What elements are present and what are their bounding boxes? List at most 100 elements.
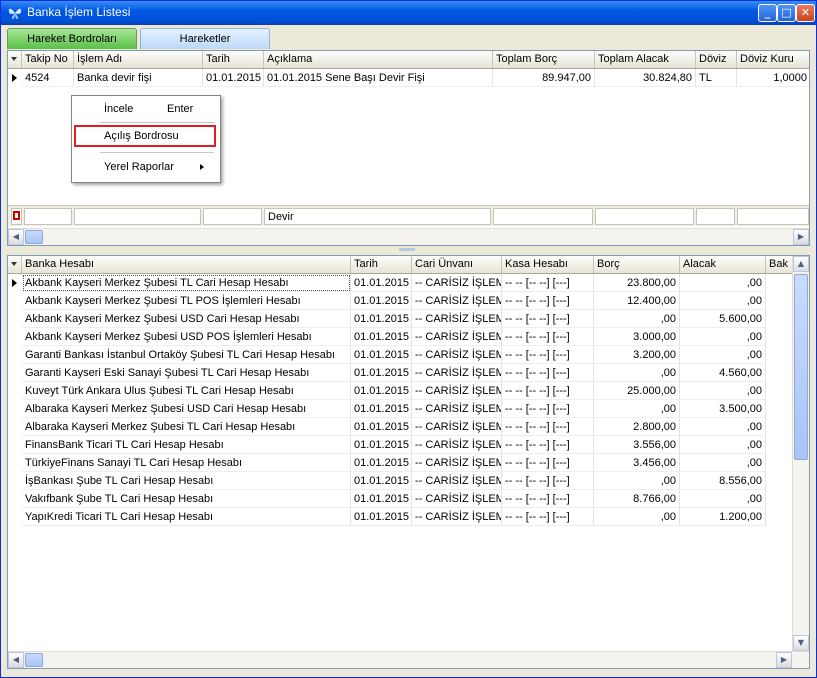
cell-kasa-hesabi[interactable]: -- -- [-- --] [---]	[502, 508, 594, 526]
cell-borc[interactable]: 3.200,00	[594, 346, 680, 364]
cell-alacak[interactable]: 1.200,00	[680, 508, 766, 526]
panel-splitter[interactable]	[7, 247, 810, 253]
cell-borc[interactable]: 12.400,00	[594, 292, 680, 310]
bordro-horizontal-scrollbar[interactable]: ◀ ▶	[8, 228, 809, 245]
cell-alacak[interactable]: ,00	[680, 382, 766, 400]
cell-kasa-hesabi[interactable]: -- -- [-- --] [---]	[502, 364, 594, 382]
scroll-left-button[interactable]: ◀	[8, 652, 24, 668]
cell-banka-hesabi[interactable]: Albaraka Kayseri Merkez Şubesi TL Cari H…	[22, 418, 351, 436]
cell-doviz-kuru[interactable]: 1,0000	[737, 69, 809, 87]
cell-tarih[interactable]: 01.01.2015	[351, 382, 412, 400]
scroll-right-button[interactable]: ▶	[776, 652, 792, 668]
cell-cari-unvani[interactable]: -- CARİSİZ İŞLEM	[412, 454, 502, 472]
cell-cari-unvani[interactable]: -- CARİSİZ İŞLEM	[412, 436, 502, 454]
cell-kasa-hesabi[interactable]: -- -- [-- --] [---]	[502, 274, 594, 292]
cell-cari-unvani[interactable]: -- CARİSİZ İŞLEM	[412, 472, 502, 490]
cell-cari-unvani[interactable]: -- CARİSİZ İŞLEM	[412, 508, 502, 526]
cell-aciklama[interactable]: 01.01.2015 Sene Başı Devir Fişi	[264, 69, 493, 87]
hareket-horizontal-scrollbar[interactable]: ◀ ▶	[8, 651, 809, 668]
table-row[interactable]: Akbank Kayseri Merkez Şubesi USD POS İşl…	[8, 328, 809, 346]
cell-kasa-hesabi[interactable]: -- -- [-- --] [---]	[502, 454, 594, 472]
tab-hareketler[interactable]: Hareketler	[140, 28, 270, 49]
cell-alacak[interactable]: ,00	[680, 292, 766, 310]
col-toplam-alacak[interactable]: Toplam Alacak	[595, 51, 696, 68]
cell-borc[interactable]: ,00	[594, 364, 680, 382]
cell-tarih[interactable]: 01.01.2015	[351, 436, 412, 454]
col-bakiye[interactable]: Bak	[766, 256, 794, 273]
cell-tarih[interactable]: 01.01.2015	[351, 274, 412, 292]
tab-hareket-bordrolari[interactable]: Hareket Bordroları	[7, 28, 137, 49]
minimize-button[interactable]: _	[758, 4, 777, 22]
cell-kasa-hesabi[interactable]: -- -- [-- --] [---]	[502, 490, 594, 508]
cell-cari-unvani[interactable]: -- CARİSİZ İŞLEM	[412, 292, 502, 310]
close-button[interactable]: ✕	[796, 4, 815, 22]
cell-banka-hesabi[interactable]: Garanti Kayseri Eski Sanayi Şubesi TL Ca…	[22, 364, 351, 382]
cell-tarih[interactable]: 01.01.2015	[351, 364, 412, 382]
cell-alacak[interactable]: ,00	[680, 346, 766, 364]
cell-kasa-hesabi[interactable]: -- -- [-- --] [---]	[502, 328, 594, 346]
cell-kasa-hesabi[interactable]: -- -- [-- --] [---]	[502, 310, 594, 328]
cell-tarih[interactable]: 01.01.2015	[351, 400, 412, 418]
col-islem-adi[interactable]: İşlem Adı	[74, 51, 203, 68]
cell-borc[interactable]: 3.000,00	[594, 328, 680, 346]
table-row[interactable]: TürkiyeFinans Sanayi TL Cari Hesap Hesab…	[8, 454, 809, 472]
cell-alacak[interactable]: ,00	[680, 454, 766, 472]
col-takip-no[interactable]: Takip No	[22, 51, 74, 68]
cell-toplam-borc[interactable]: 89.947,00	[493, 69, 595, 87]
cell-kasa-hesabi[interactable]: -- -- [-- --] [---]	[502, 418, 594, 436]
cell-borc[interactable]: ,00	[594, 310, 680, 328]
table-row[interactable]: 4524 Banka devir fişi 01.01.2015 01.01.2…	[8, 69, 809, 87]
hareket-vertical-scrollbar[interactable]: ▲ ▼	[792, 256, 809, 652]
cell-banka-hesabi[interactable]: Akbank Kayseri Merkez Şubesi USD POS İşl…	[22, 328, 351, 346]
col-aciklama[interactable]: Açıklama	[264, 51, 493, 68]
cell-banka-hesabi[interactable]: Akbank Kayseri Merkez Şubesi TL POS İşle…	[22, 292, 351, 310]
cell-kasa-hesabi[interactable]: -- -- [-- --] [---]	[502, 346, 594, 364]
scroll-thumb[interactable]	[25, 230, 43, 244]
cell-tarih[interactable]: 01.01.2015	[351, 292, 412, 310]
cell-banka-hesabi[interactable]: Garanti Bankası İstanbul Ortaköy Şubesi …	[22, 346, 351, 364]
cell-alacak[interactable]: ,00	[680, 274, 766, 292]
cell-toplam-alacak[interactable]: 30.824,80	[595, 69, 696, 87]
cell-borc[interactable]: 25.000,00	[594, 382, 680, 400]
cell-alacak[interactable]: ,00	[680, 328, 766, 346]
column-chooser-button[interactable]	[8, 256, 22, 273]
table-row[interactable]: Garanti Bankası İstanbul Ortaköy Şubesi …	[8, 346, 809, 364]
cell-cari-unvani[interactable]: -- CARİSİZ İŞLEM	[412, 418, 502, 436]
cell-banka-hesabi[interactable]: İşBankası Şube TL Cari Hesap Hesabı	[22, 472, 351, 490]
title-bar[interactable]: Banka İşlem Listesi _ □ ✕	[1, 1, 816, 25]
table-row[interactable]: Garanti Kayseri Eski Sanayi Şubesi TL Ca…	[8, 364, 809, 382]
cell-tarih[interactable]: 01.01.2015	[351, 346, 412, 364]
scroll-thumb[interactable]	[794, 274, 808, 460]
col-alacak[interactable]: Alacak	[680, 256, 766, 273]
cell-kasa-hesabi[interactable]: -- -- [-- --] [---]	[502, 436, 594, 454]
cell-takip-no[interactable]: 4524	[22, 69, 74, 87]
col-doviz[interactable]: Döviz	[696, 51, 737, 68]
table-row[interactable]: Akbank Kayseri Merkez Şubesi TL POS İşle…	[8, 292, 809, 310]
cell-banka-hesabi[interactable]: Vakıfbank Şube TL Cari Hesap Hesabı	[22, 490, 351, 508]
col-toplam-borc[interactable]: Toplam Borç	[493, 51, 595, 68]
scroll-thumb[interactable]	[25, 653, 43, 667]
cell-borc[interactable]: 3.456,00	[594, 454, 680, 472]
col-kasa-hesabi[interactable]: Kasa Hesabı	[502, 256, 594, 273]
col-cari-unvani[interactable]: Cari Ünvanı	[412, 256, 502, 273]
cell-kasa-hesabi[interactable]: -- -- [-- --] [---]	[502, 472, 594, 490]
cell-borc[interactable]: 3.556,00	[594, 436, 680, 454]
cell-kasa-hesabi[interactable]: -- -- [-- --] [---]	[502, 292, 594, 310]
cell-banka-hesabi[interactable]: Akbank Kayseri Merkez Şubesi USD Cari He…	[22, 310, 351, 328]
cell-tarih[interactable]: 01.01.2015	[351, 490, 412, 508]
cell-banka-hesabi[interactable]: Akbank Kayseri Merkez Şubesi TL Cari Hes…	[22, 274, 351, 292]
table-row[interactable]: İşBankası Şube TL Cari Hesap Hesabı 01.01…	[8, 472, 809, 490]
cell-cari-unvani[interactable]: -- CARİSİZ İŞLEM	[412, 490, 502, 508]
maximize-button[interactable]: □	[777, 4, 796, 22]
table-row[interactable]: YapıKredi Ticari TL Cari Hesap Hesabı 01.…	[8, 508, 809, 526]
cell-banka-hesabi[interactable]: Kuveyt Türk Ankara Ulus Şubesi TL Cari H…	[22, 382, 351, 400]
cell-alacak[interactable]: 5.600,00	[680, 310, 766, 328]
cell-tarih[interactable]: 01.01.2015	[351, 328, 412, 346]
table-row[interactable]: Akbank Kayseri Merkez Şubesi USD Cari He…	[8, 310, 809, 328]
cell-banka-hesabi[interactable]: Albaraka Kayseri Merkez Şubesi USD Cari …	[22, 400, 351, 418]
menu-item-yerel-raporlar[interactable]: Yerel Raporlar	[74, 156, 216, 178]
scroll-right-button[interactable]: ▶	[793, 229, 809, 245]
col-doviz-kuru[interactable]: Döviz Kuru	[737, 51, 809, 68]
table-row[interactable]: Vakıfbank Şube TL Cari Hesap Hesabı 01.01…	[8, 490, 809, 508]
cell-tarih[interactable]: 01.01.2015	[351, 508, 412, 526]
